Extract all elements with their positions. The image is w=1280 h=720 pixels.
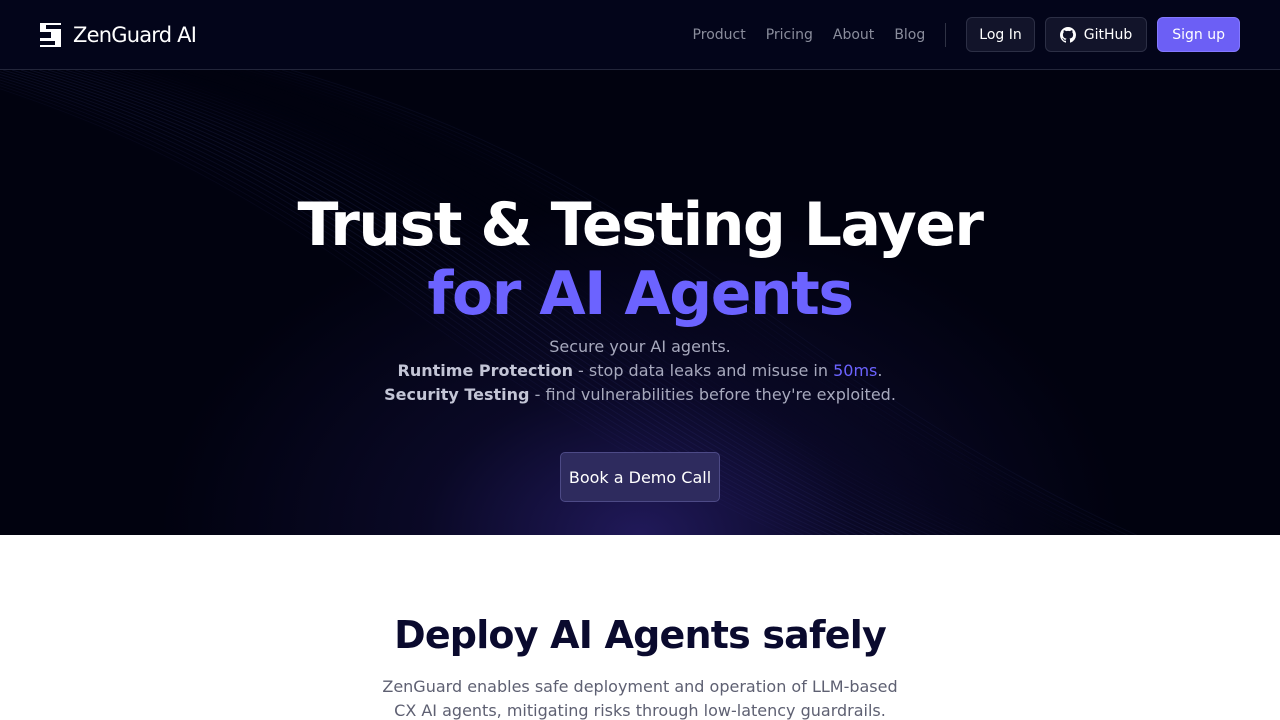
nav-right: Product Pricing About Blog Log In GitHub… xyxy=(693,17,1240,52)
latency-highlight: 50ms xyxy=(833,361,878,380)
nav-link-pricing[interactable]: Pricing xyxy=(766,27,813,43)
security-testing-text: - find vulnerabilities before they're ex… xyxy=(529,385,896,404)
hero-title-accent: for AI Agents xyxy=(427,259,854,329)
runtime-protection-text: - stop data leaks and misuse in xyxy=(572,361,834,380)
book-demo-button[interactable]: Book a Demo Call xyxy=(560,452,720,502)
nav-link-product[interactable]: Product xyxy=(693,27,746,43)
github-icon xyxy=(1059,26,1076,43)
hero-subtitle: Secure your AI agents. Runtime Protectio… xyxy=(0,335,1280,407)
github-button-label: GitHub xyxy=(1083,26,1133,43)
deploy-section: Deploy AI Agents safely ZenGuard enables… xyxy=(0,535,1280,720)
brand-logo[interactable]: ZenGuard AI xyxy=(40,22,197,47)
login-button[interactable]: Log In xyxy=(966,17,1035,52)
runtime-protection-label: Runtime Protection xyxy=(397,361,573,380)
hero-title: Trust & Testing Layer xyxy=(297,190,984,260)
nav-divider xyxy=(945,22,947,47)
hero-section: Trust & Testing Layer for AI Agents Secu… xyxy=(0,70,1280,535)
section-title: Deploy AI Agents safely xyxy=(394,613,887,657)
security-testing-label: Security Testing xyxy=(384,385,530,404)
hero-sub-line-1: Secure your AI agents. xyxy=(549,337,731,356)
section-description: ZenGuard enables safe deployment and ope… xyxy=(382,677,898,720)
zenguard-logo-icon xyxy=(40,22,61,47)
top-navbar: ZenGuard AI Product Pricing About Blog L… xyxy=(0,0,1280,70)
nav-link-about[interactable]: About xyxy=(833,27,874,43)
hero-sub-line-3: Security Testing - find vulnerabilities … xyxy=(0,383,1280,407)
signup-button[interactable]: Sign up xyxy=(1157,17,1240,52)
nav-link-blog[interactable]: Blog xyxy=(894,27,925,43)
brand-name: ZenGuard AI xyxy=(73,22,197,47)
hero-sub-line-2: Runtime Protection - stop data leaks and… xyxy=(0,359,1280,383)
hero-content: Trust & Testing Layer for AI Agents Secu… xyxy=(0,70,1280,535)
runtime-protection-period: . xyxy=(877,361,883,380)
github-button[interactable]: GitHub xyxy=(1044,17,1148,52)
